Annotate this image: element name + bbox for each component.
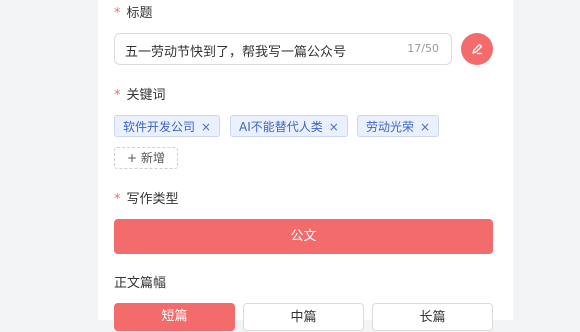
title-input[interactable]: 五一劳动节快到了，帮我写一篇公众号 17/50 bbox=[114, 33, 452, 65]
required-mark: * bbox=[114, 88, 121, 103]
keyword-tag-label: 劳动光荣 bbox=[366, 120, 415, 134]
close-icon[interactable]: × bbox=[329, 120, 339, 134]
length-option-short[interactable]: 短篇 bbox=[114, 303, 235, 331]
plus-icon: + bbox=[127, 151, 138, 165]
length-option-long[interactable]: 长篇 bbox=[372, 303, 493, 331]
keyword-tag[interactable]: 劳动光荣 × bbox=[357, 115, 440, 137]
close-icon[interactable]: × bbox=[420, 120, 430, 134]
writing-type-label: * 写作类型 bbox=[114, 192, 179, 207]
pen-icon bbox=[472, 43, 483, 55]
required-mark: * bbox=[114, 6, 121, 21]
keyword-tag-label: 软件开发公司 bbox=[123, 120, 196, 134]
keywords-label: * 关键词 bbox=[114, 88, 166, 103]
title-char-counter: 17/50 bbox=[407, 42, 439, 55]
edit-button[interactable] bbox=[461, 33, 493, 65]
keyword-tag[interactable]: 软件开发公司 × bbox=[114, 115, 221, 137]
add-keyword-button[interactable]: + 新增 bbox=[114, 147, 178, 169]
form-panel: * 标题 五一劳动节快到了，帮我写一篇公众号 17/50 * 关键词 软件开发公司 ×… bbox=[98, 0, 513, 331]
length-option-medium[interactable]: 中篇 bbox=[243, 303, 364, 331]
close-icon[interactable]: × bbox=[201, 120, 211, 134]
keyword-tag-label: AI不能替代人类 bbox=[239, 120, 323, 134]
length-label: 正文篇幅 bbox=[114, 276, 167, 291]
title-label: * 标题 bbox=[114, 6, 153, 21]
writing-type-select[interactable]: 公文 bbox=[114, 219, 493, 254]
keyword-tag[interactable]: AI不能替代人类 × bbox=[230, 115, 348, 137]
add-keyword-label: 新增 bbox=[140, 151, 165, 165]
required-mark: * bbox=[114, 192, 121, 207]
title-input-value[interactable]: 五一劳动节快到了，帮我写一篇公众号 bbox=[125, 41, 346, 60]
